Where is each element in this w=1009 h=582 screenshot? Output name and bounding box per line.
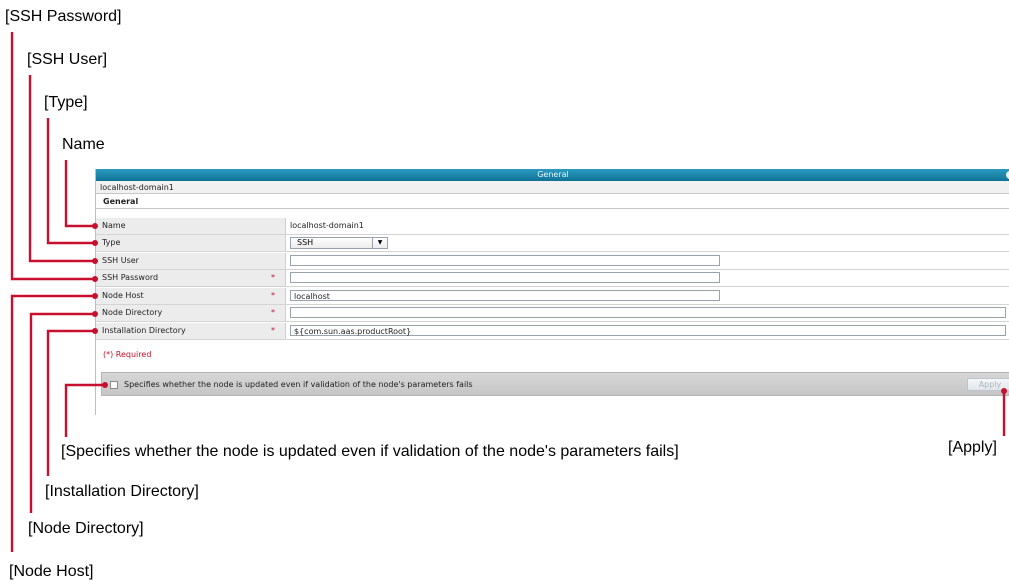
row-node-host: Node Host * localhost [96,288,1009,305]
panel-title: General [537,170,569,179]
name-label: Name [96,218,286,234]
type-select-value: SSH [297,238,314,247]
row-type: Type SSH ▼ [96,235,1009,252]
callout-name: Name [62,136,105,153]
leader-name [64,160,95,228]
chevron-down-icon[interactable]: ▼ [372,238,387,248]
callout-installation-directory: [Installation Directory] [45,483,199,500]
row-ssh-password: SSH Password * [96,270,1009,287]
ssh-password-input[interactable] [290,272,720,283]
ssh-password-label: SSH Password [102,273,159,282]
node-host-label: Node Host [102,291,144,300]
name-value: localhost-domain1 [290,221,364,230]
row-name: Name localhost-domain1 [96,218,1009,235]
section-title: General [96,195,1009,209]
node-directory-input[interactable] [290,307,1006,318]
callout-node-directory: [Node Directory] [28,520,144,537]
callout-type: [Type] [44,94,88,111]
ssh-password-label-cell: SSH Password * [96,270,286,286]
callout-node-host: [Node Host] [9,563,94,580]
required-marker: * [271,273,275,282]
validation-override-label: Specifies whether the node is updated ev… [124,380,473,389]
callout-apply: [Apply] [948,439,997,456]
callout-ssh-user: [SSH User] [27,51,108,68]
callout-ssh-password: [SSH Password] [5,8,122,25]
leader-ssh-password [10,32,95,281]
node-directory-label-cell: Node Directory * [96,305,286,321]
type-select[interactable]: SSH ▼ [290,237,388,249]
general-panel: General localhost-domain1 General Name l… [95,169,1009,415]
callout-validation-checkbox: [Specifies whether the node is updated e… [61,443,679,460]
row-node-directory: Node Directory * [96,305,1009,322]
row-ssh-user: SSH User [96,253,1009,270]
installation-directory-label-cell: Installation Directory * [96,323,286,339]
node-host-label-cell: Node Host * [96,288,286,304]
row-installation-directory: Installation Directory * ${com.sun.aas.p… [96,323,1009,340]
ssh-user-label: SSH User [96,253,286,269]
required-marker: * [271,308,275,317]
node-directory-label: Node Directory [102,308,163,317]
apply-button[interactable]: Apply [967,378,1009,391]
installation-directory-input[interactable]: ${com.sun.aas.productRoot} [290,325,1006,336]
required-marker: * [271,326,275,335]
ssh-user-input[interactable] [290,255,720,266]
required-marker: * [271,291,275,300]
breadcrumb: localhost-domain1 [96,181,1009,194]
installation-directory-label: Installation Directory [102,326,186,335]
footer-bar: Specifies whether the node is updated ev… [101,372,1009,396]
panel-titlebar: General [96,169,1009,181]
validation-override-checkbox[interactable] [110,381,118,389]
required-note: (*) Required [103,350,152,359]
leader-node-host [10,294,95,552]
node-host-input[interactable]: localhost [290,290,720,301]
type-label: Type [96,235,286,251]
